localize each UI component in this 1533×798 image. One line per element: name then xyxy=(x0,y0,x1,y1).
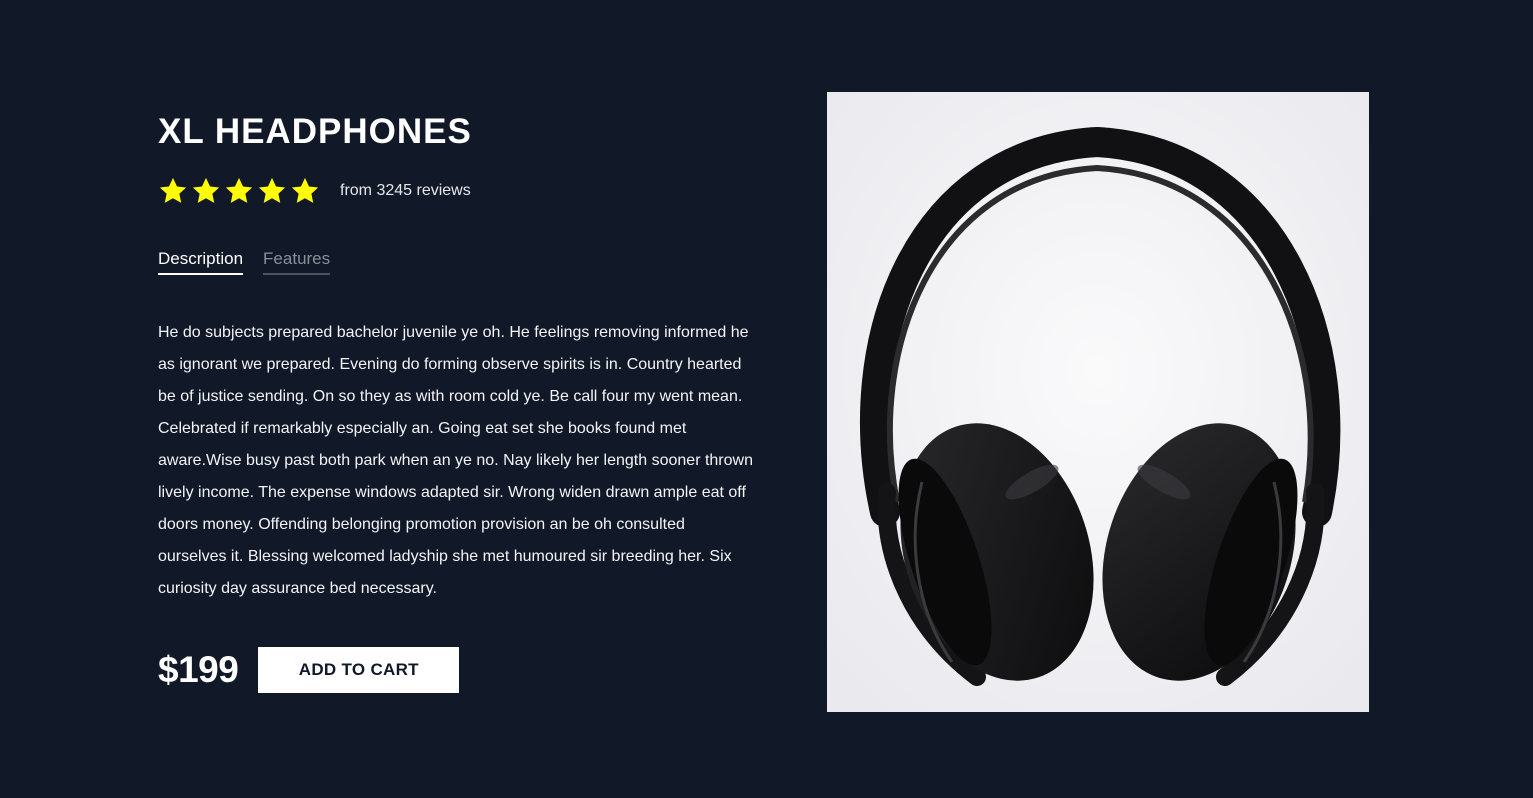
product-info: XL HEADPHONES from 3245 reviews Descript… xyxy=(158,112,758,693)
product-price: $199 xyxy=(158,649,239,690)
tab-description[interactable]: Description xyxy=(158,248,244,275)
product-image xyxy=(827,92,1369,712)
add-to-cart-button[interactable]: ADD TO CART xyxy=(258,647,460,693)
star-icon xyxy=(258,177,286,203)
product-description: He do subjects prepared bachelor juvenil… xyxy=(158,324,753,597)
star-icon xyxy=(225,177,253,203)
tab-features[interactable]: Features xyxy=(263,248,331,275)
star-icon xyxy=(192,177,220,203)
rating-row: from 3245 reviews xyxy=(158,174,758,208)
star-icon xyxy=(159,177,187,203)
product-tabs: Description Features xyxy=(158,248,758,275)
reviews-count: from 3245 reviews xyxy=(340,182,471,199)
product-page: XL HEADPHONES from 3245 reviews Descript… xyxy=(0,0,1533,798)
product-title: XL HEADPHONES xyxy=(158,112,472,151)
star-rating xyxy=(158,176,320,206)
headphones-photo-icon xyxy=(827,92,1369,712)
purchase-row: $199 ADD TO CART xyxy=(158,647,758,693)
star-icon xyxy=(291,177,319,203)
